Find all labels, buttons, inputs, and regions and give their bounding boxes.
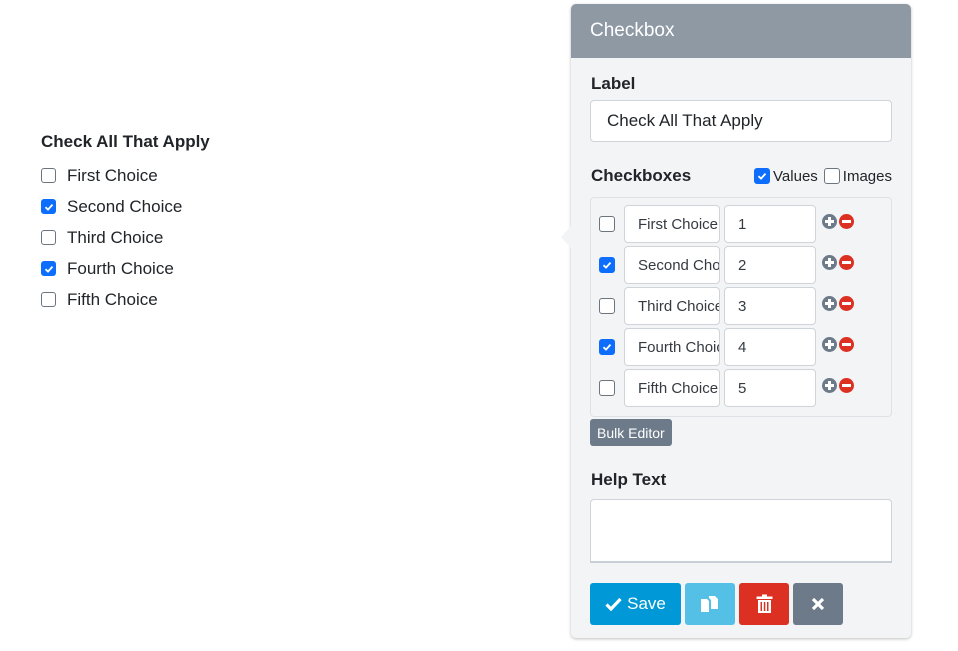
option-value-input[interactable]: 4 — [724, 328, 816, 366]
plus-circle-icon[interactable] — [822, 295, 837, 311]
minus-circle-icon[interactable] — [839, 377, 854, 393]
preview-choice-checkbox[interactable] — [41, 230, 56, 245]
preview-choice-label: Second Choice — [67, 196, 183, 216]
option-value-input[interactable]: 5 — [724, 369, 816, 407]
checkboxes-heading: Checkboxes — [591, 166, 692, 185]
preview-choice-label: Third Choice — [67, 227, 164, 247]
help-text-heading: Help Text — [591, 470, 667, 489]
preview-title: Check All That Apply — [41, 132, 210, 151]
minus-circle-icon[interactable] — [839, 254, 854, 270]
copy-icon — [701, 596, 718, 612]
option-text-input[interactable]: Third Choice — [624, 287, 720, 325]
plus-circle-icon[interactable] — [822, 213, 837, 229]
checkbox-option-row: Second Choice2 — [591, 246, 854, 284]
preview-choice-label: Fourth Choice — [67, 258, 174, 278]
check-icon — [605, 597, 622, 611]
checkbox-option-row: Fourth Choice4 — [591, 328, 854, 366]
preview-choice[interactable]: Fourth Choice — [41, 253, 210, 284]
save-button[interactable]: Save — [590, 583, 681, 625]
images-label: Images — [842, 167, 892, 185]
label-input[interactable]: Check All That Apply — [590, 100, 892, 142]
images-toggle[interactable]: Images — [823, 167, 892, 185]
values-toggle[interactable]: Values — [754, 168, 818, 185]
close-icon — [811, 597, 825, 611]
preview-choice-checkbox[interactable] — [41, 261, 56, 276]
preview-choice-list: First Choice Second Choice Third Choice Fou… — [41, 160, 210, 315]
preview-choice-checkbox[interactable] — [41, 292, 56, 307]
help-text-resize-border — [590, 561, 892, 563]
option-default-checkbox[interactable] — [599, 339, 615, 355]
preview-choice-checkbox[interactable] — [41, 168, 56, 183]
preview-choice-checkbox[interactable] — [41, 199, 56, 214]
preview-choice-label: Fifth Choice — [67, 289, 158, 309]
values-checkbox[interactable] — [754, 168, 771, 184]
option-value-input[interactable]: 3 — [724, 287, 816, 325]
close-button[interactable] — [793, 583, 843, 625]
preview-choice[interactable]: First Choice — [41, 160, 210, 191]
plus-circle-icon[interactable] — [822, 336, 837, 352]
images-checkbox[interactable] — [823, 168, 840, 184]
checkbox-option-row: Third Choice 3 — [591, 287, 854, 325]
checkbox-editor-panel: Checkbox Label Check All That Apply Chec… — [561, 4, 911, 638]
delete-button[interactable] — [739, 583, 789, 625]
option-default-checkbox[interactable] — [599, 298, 615, 314]
trash-icon — [756, 594, 772, 613]
preview-choice[interactable]: Fifth Choice — [41, 284, 210, 315]
panel-header: Checkbox — [571, 4, 911, 58]
preview-choice-label: First Choice — [67, 165, 158, 185]
option-value-input[interactable]: 1 — [724, 205, 816, 243]
save-label: Save — [627, 594, 666, 613]
minus-circle-icon[interactable] — [839, 295, 854, 311]
panel-title: Checkbox — [590, 20, 675, 41]
minus-circle-icon[interactable] — [839, 336, 854, 352]
duplicate-button[interactable] — [685, 583, 735, 625]
option-text-input[interactable]: Fourth Choice — [624, 328, 720, 366]
option-text-input[interactable]: Second Choice — [624, 246, 720, 284]
values-label: Values — [773, 167, 818, 185]
bulk-editor-button[interactable]: Bulk Editor — [590, 419, 672, 446]
option-default-checkbox[interactable] — [599, 257, 615, 273]
panel-pointer — [561, 226, 571, 248]
option-default-checkbox[interactable] — [599, 380, 615, 396]
plus-circle-icon[interactable] — [822, 377, 837, 393]
preview-choice[interactable]: Third Choice — [41, 222, 210, 253]
option-text-input[interactable]: Fifth Choice — [624, 369, 720, 407]
preview-choice[interactable]: Second Choice — [41, 191, 210, 222]
checkbox-preview: Check All That Apply First Choice Second … — [41, 132, 210, 315]
checkbox-option-row: Fifth Choice 5 — [591, 369, 854, 407]
option-text-input[interactable]: First Choice — [624, 205, 720, 243]
option-value-input[interactable]: 2 — [724, 246, 816, 284]
checkbox-option-row: First Choice 1 — [591, 205, 854, 243]
label-heading: Label — [591, 74, 636, 93]
help-text-input[interactable] — [590, 499, 892, 561]
plus-circle-icon[interactable] — [822, 254, 837, 270]
option-default-checkbox[interactable] — [599, 216, 615, 232]
checkbox-options-list: First Choice1Second Choice2Third Choice3… — [590, 197, 892, 417]
minus-circle-icon[interactable] — [839, 213, 854, 229]
